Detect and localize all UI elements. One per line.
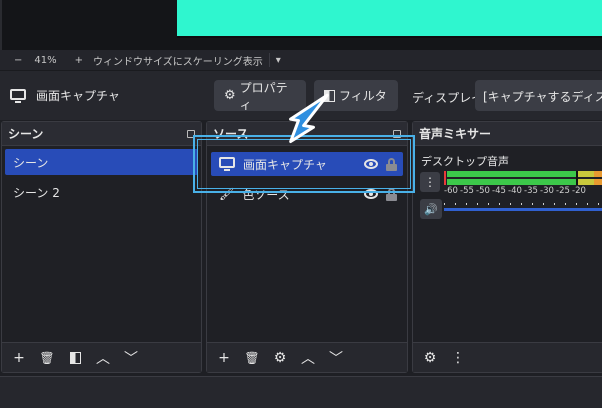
gear-icon[interactable]: ⚙ bbox=[273, 350, 287, 366]
meter-tick: -50 bbox=[476, 186, 490, 196]
status-bar bbox=[0, 376, 602, 408]
scene-item[interactable]: シーン 2 bbox=[5, 179, 198, 205]
meter-tick: -30 bbox=[540, 186, 554, 196]
divider bbox=[268, 53, 270, 67]
trash-icon[interactable]: 🗑 bbox=[39, 351, 54, 365]
scene-item[interactable]: シーン bbox=[5, 149, 198, 175]
volume-meter bbox=[444, 171, 602, 185]
add-icon[interactable]: + bbox=[12, 350, 26, 366]
scaling-dropdown-icon[interactable]: ▾ bbox=[276, 55, 281, 66]
chevron-up-icon[interactable]: ︿ bbox=[96, 351, 110, 367]
zoom-out-button[interactable]: − bbox=[14, 55, 22, 66]
scenes-dock-footer: + 🗑 ︿ ﹀ bbox=[2, 342, 201, 372]
meter-scale: -60 -55 -50 -45 -40 -35 -30 -25 -20 bbox=[444, 186, 588, 196]
pointer-arrow-icon bbox=[289, 93, 329, 144]
preview-scale-bar: − 41% + ウィンドウサイズにスケーリング表示 ▾ bbox=[0, 50, 602, 70]
selected-source: 画面キャプチャ bbox=[10, 87, 120, 104]
audio-mixer-dock: 音声ミキサー デスクトップ音声 ⚙ ⋮ bbox=[412, 121, 602, 373]
more-vertical-icon[interactable]: ⋮ bbox=[451, 350, 465, 366]
gear-icon: ⚙ bbox=[224, 88, 236, 103]
audio-mixer-title: 音声ミキサー bbox=[419, 127, 492, 141]
audio-mixer-header: 音声ミキサー bbox=[413, 122, 602, 146]
selected-source-name: 画面キャプチャ bbox=[36, 89, 120, 103]
display-select[interactable]: [キャプチャするディスプレ bbox=[475, 80, 602, 111]
volume-slider[interactable] bbox=[444, 208, 602, 211]
meter-tick: -60 bbox=[444, 186, 458, 196]
add-icon[interactable]: + bbox=[217, 350, 231, 366]
mute-button[interactable]: 🔊 bbox=[420, 199, 442, 219]
zoom-level: 41% bbox=[34, 54, 57, 66]
gears-icon[interactable]: ⚙ bbox=[423, 350, 437, 366]
chevron-down-icon[interactable]: ﹀ bbox=[329, 351, 343, 367]
trash-icon[interactable]: 🗑 bbox=[244, 351, 259, 365]
preview-edge bbox=[0, 0, 2, 50]
meter-tick: -45 bbox=[492, 186, 506, 196]
preview-scene-content bbox=[177, 0, 602, 36]
scenes-dock: シーン シーン シーン 2 + 🗑 ︿ ﹀ bbox=[1, 121, 202, 373]
filters-button-label: フィルタ bbox=[339, 89, 387, 103]
chevron-down-icon[interactable]: ﹀ bbox=[124, 351, 138, 367]
chevron-up-icon[interactable]: ︿ bbox=[301, 351, 315, 367]
zoom-in-button[interactable]: + bbox=[75, 55, 83, 66]
scaling-mode-label[interactable]: ウィンドウサイズにスケーリング表示 bbox=[93, 53, 263, 68]
preview-canvas[interactable] bbox=[0, 0, 602, 50]
audio-mixer-footer: ⚙ ⋮ bbox=[413, 342, 602, 372]
scene-list: シーン シーン 2 bbox=[2, 146, 201, 212]
scene-filter-icon[interactable] bbox=[68, 351, 82, 365]
meter-tick: -55 bbox=[460, 186, 474, 196]
meter-tick: -35 bbox=[524, 186, 538, 196]
more-vertical-icon: ⋮ bbox=[424, 175, 436, 189]
scenes-dock-title: シーン bbox=[8, 127, 44, 141]
sources-dock-footer: + 🗑 ⚙ ︿ ﹀ bbox=[207, 342, 407, 372]
speaker-icon: 🔊 bbox=[424, 202, 438, 216]
display-label: ディスプレイ bbox=[412, 91, 484, 105]
meter-tick: -20 bbox=[572, 186, 586, 196]
meter-tick: -40 bbox=[508, 186, 522, 196]
meter-tick: -25 bbox=[556, 186, 570, 196]
monitor-icon bbox=[10, 88, 26, 103]
preview-scene-border bbox=[177, 36, 602, 38]
channel-menu-button[interactable]: ⋮ bbox=[420, 172, 440, 192]
audio-channel-name: デスクトップ音声 bbox=[421, 155, 509, 168]
scenes-dock-header: シーン bbox=[2, 122, 201, 146]
volume-slider-ticks bbox=[444, 203, 602, 205]
